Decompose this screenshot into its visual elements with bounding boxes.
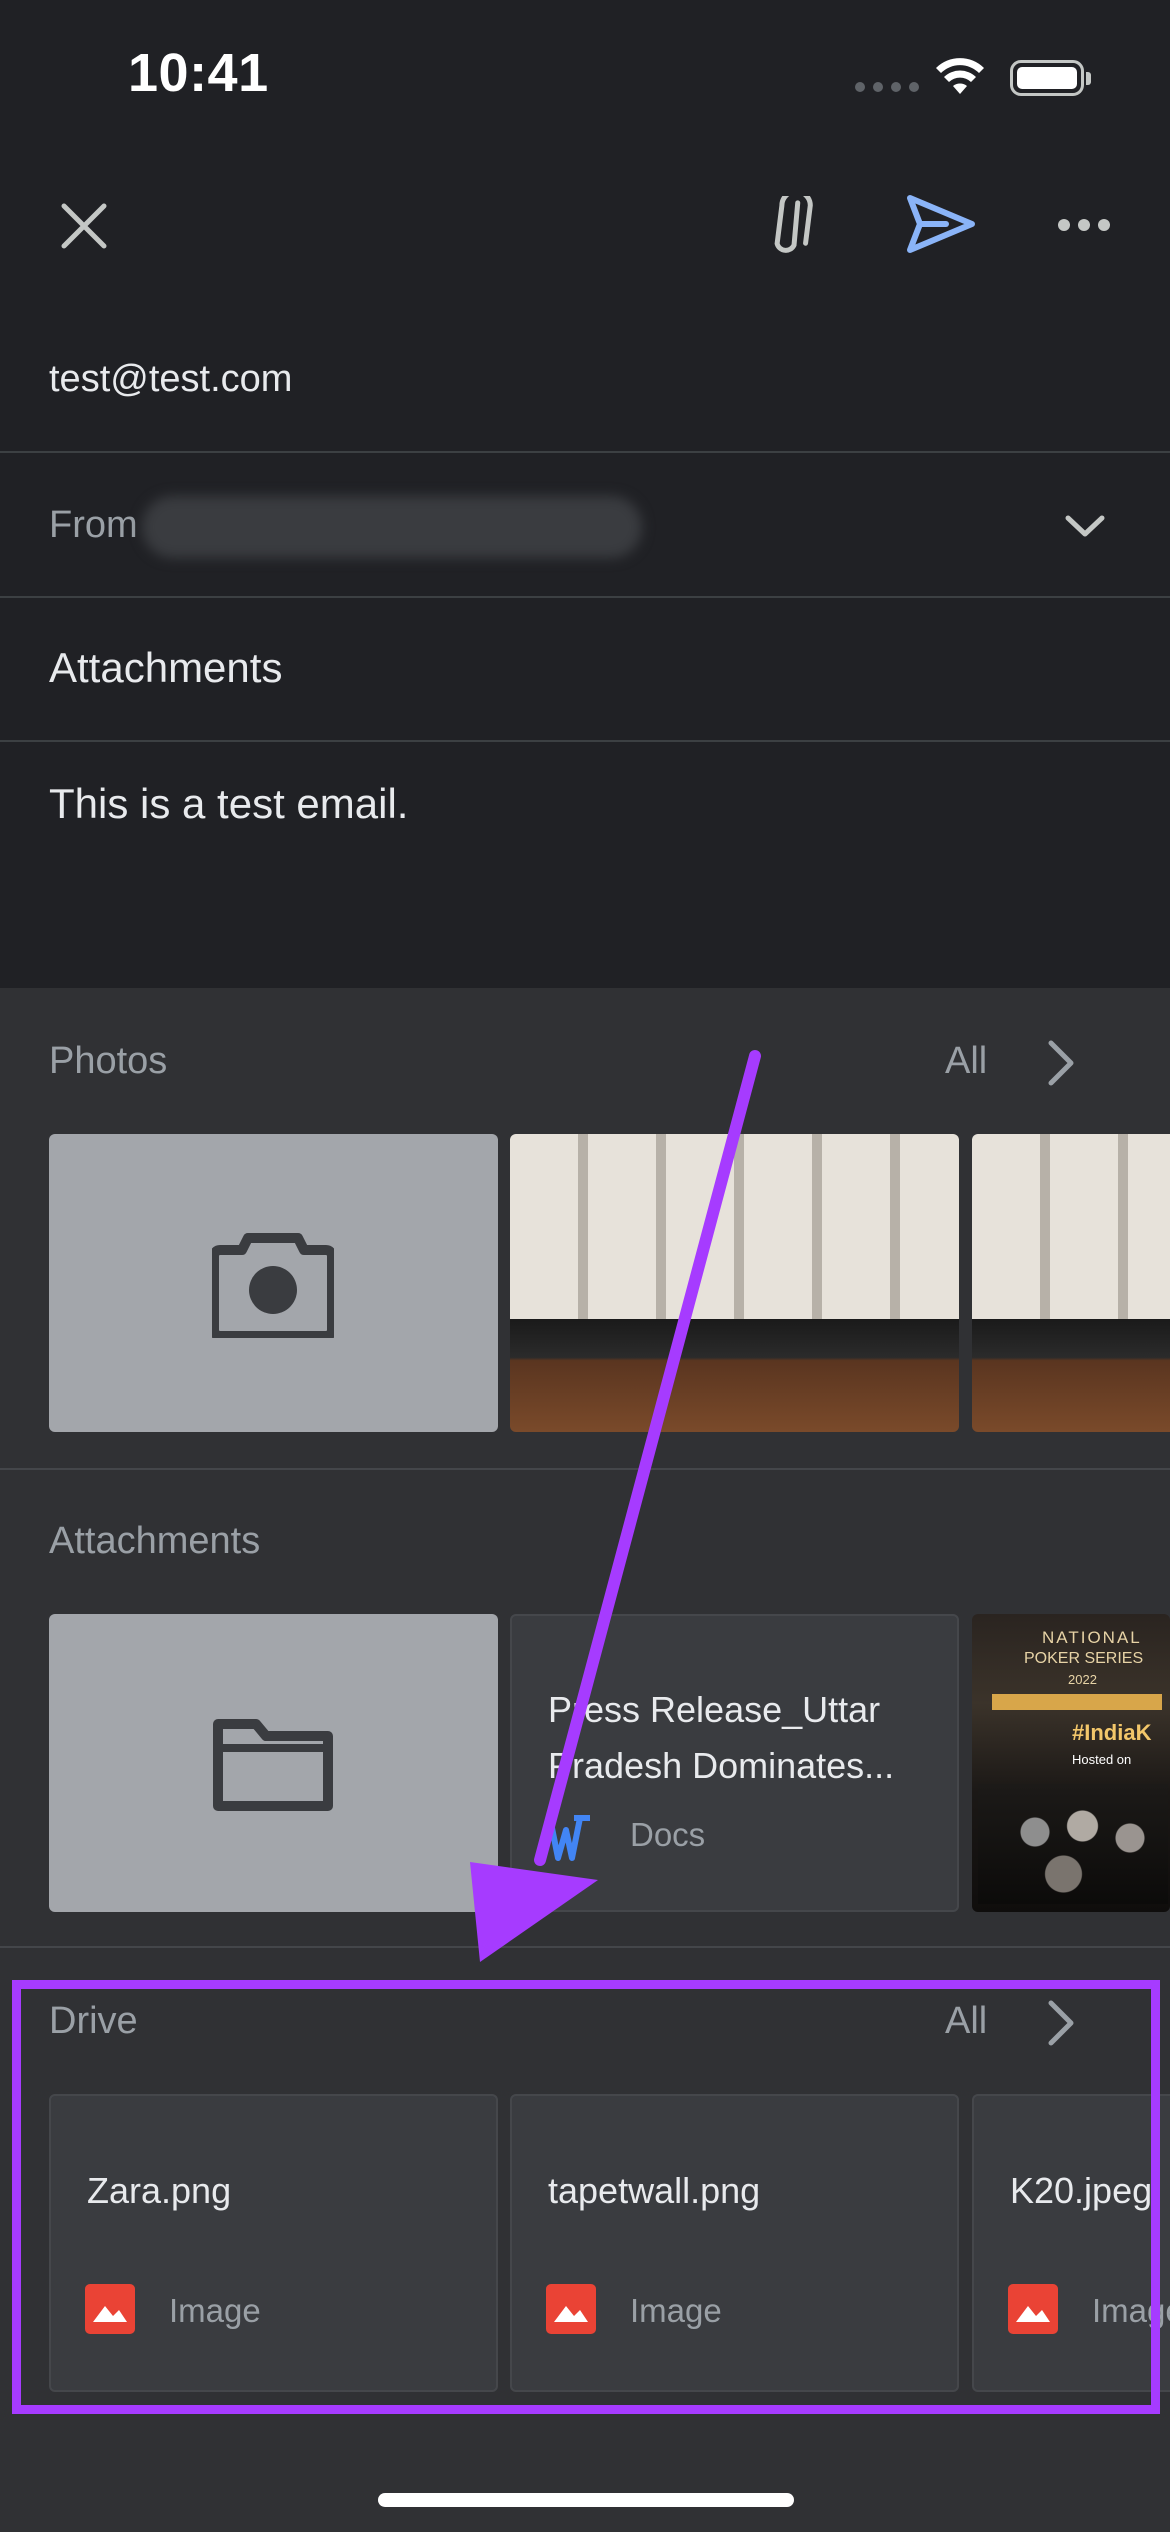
poster-line1: NATIONAL	[1042, 1628, 1142, 1647]
from-address-redacted[interactable]	[142, 496, 642, 558]
word-doc-icon	[548, 1815, 590, 1861]
photo-thumbnail-keyboard-2[interactable]	[972, 1134, 1170, 1432]
from-label: From	[49, 504, 138, 546]
attachment-doc-card[interactable]: Press Release_Uttar Pradesh Dominates...…	[510, 1614, 959, 1912]
photos-all-link[interactable]: All	[945, 1040, 987, 1083]
battery-tip	[1086, 72, 1091, 85]
poster-line3: 2022	[1068, 1672, 1097, 1687]
home-indicator	[378, 2493, 794, 2507]
status-time: 10:41	[128, 43, 269, 103]
more-options-icon[interactable]	[1058, 212, 1110, 238]
camera-icon	[212, 1233, 334, 1338]
close-icon[interactable]	[56, 198, 112, 254]
poster-hosted: Hosted on	[1072, 1752, 1132, 1767]
doc-name: Press Release_Uttar Pradesh Dominates...	[548, 1689, 895, 1786]
chevron-down-icon[interactable]	[1064, 512, 1106, 540]
poster-line2: POKER SERIES	[1024, 1650, 1144, 1667]
highlight-box	[12, 1980, 1160, 2414]
chevron-right-icon[interactable]	[1046, 1038, 1076, 1088]
body-field[interactable]: This is a test email.	[49, 780, 408, 828]
divider	[0, 740, 1170, 742]
to-field[interactable]: test@test.com	[49, 358, 292, 401]
poster-people	[978, 1784, 1168, 1904]
send-icon[interactable]	[906, 194, 976, 254]
battery-icon	[1010, 60, 1084, 96]
poster-date-bar	[992, 1694, 1162, 1710]
attach-icon[interactable]	[762, 196, 828, 256]
subject-field[interactable]: Attachments	[49, 644, 282, 692]
folder-icon	[213, 1719, 333, 1811]
attachment-image-poster[interactable]: NATIONAL POKER SERIES 2022 #IndiaK Hoste…	[972, 1614, 1170, 1912]
divider	[0, 451, 1170, 453]
poster-tag: #IndiaK	[1072, 1720, 1152, 1745]
wifi-icon	[936, 58, 984, 94]
attachments-title: Attachments	[49, 1520, 261, 1562]
photo-thumbnail-keyboard[interactable]	[510, 1134, 959, 1432]
cellular-signal-icon	[855, 82, 919, 92]
divider	[0, 1468, 1170, 1470]
divider	[0, 596, 1170, 598]
divider	[0, 1946, 1170, 1948]
photos-title: Photos	[49, 1040, 168, 1082]
doc-type: Docs	[630, 1816, 706, 1853]
